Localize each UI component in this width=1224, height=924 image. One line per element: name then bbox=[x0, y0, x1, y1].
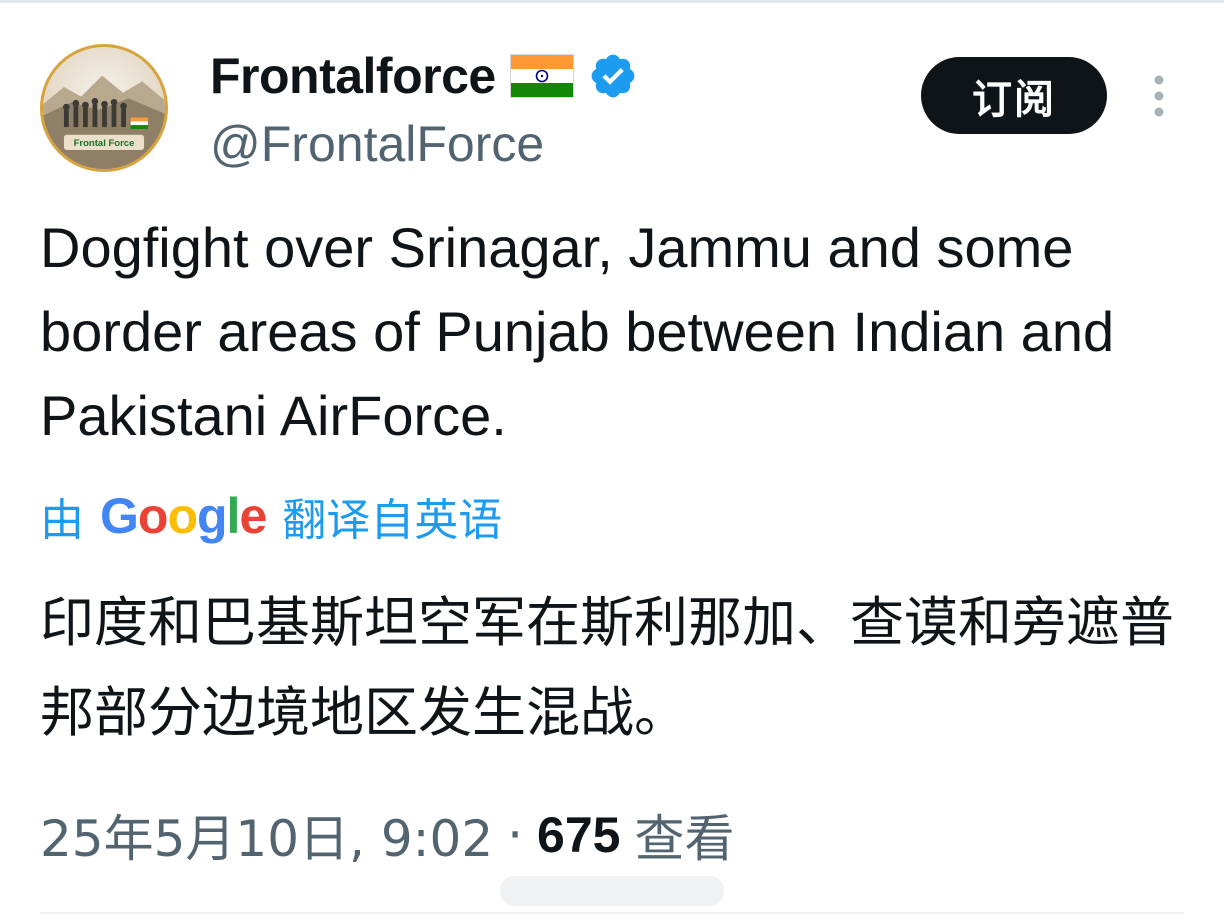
tweet-timestamp[interactable]: 25年5月10日, 9:02 bbox=[40, 799, 493, 871]
verified-badge-icon bbox=[591, 54, 635, 98]
google-letter: l bbox=[226, 488, 241, 544]
author-display-name[interactable]: Frontalforce bbox=[210, 47, 496, 105]
more-vertical-icon[interactable] bbox=[1146, 72, 1172, 120]
google-logo: G o o g l e bbox=[100, 487, 267, 545]
views-label: 查看 bbox=[634, 810, 735, 868]
watermark bbox=[500, 876, 724, 906]
subscribe-button[interactable]: 订阅 bbox=[921, 57, 1107, 134]
google-letter: e bbox=[239, 488, 267, 544]
author-name-row: Frontalforce bbox=[210, 44, 638, 108]
avatar-logo-text: Frontal Force bbox=[74, 138, 135, 149]
translation-suffix: 翻译自英语 bbox=[282, 495, 503, 546]
google-letter: o bbox=[167, 488, 198, 544]
google-letter: g bbox=[197, 488, 228, 544]
bottom-divider bbox=[40, 912, 1184, 914]
meta-separator: · bbox=[507, 806, 524, 864]
translation-prefix: 由 bbox=[40, 495, 84, 546]
translated-text: 印度和巴基斯坦空军在斯利那加、查谟和旁遮普邦部分边境地区发生混战。 bbox=[40, 591, 1174, 744]
top-border bbox=[0, 0, 1224, 3]
tweet-text: Dogfight over Srinagar, Jammu and some b… bbox=[40, 216, 1115, 447]
avatar-image: Frontal Force bbox=[43, 75, 165, 169]
translation-attribution[interactable]: 由 G o o g l e 翻译自英语 bbox=[40, 484, 502, 548]
google-letter: G bbox=[100, 488, 139, 544]
views-count: 675 bbox=[537, 807, 621, 863]
author-avatar[interactable]: Frontal Force bbox=[40, 44, 168, 172]
google-letter: o bbox=[137, 488, 169, 544]
tweet-meta: 25年5月10日, 9:02 · 675 查看 bbox=[40, 800, 734, 870]
india-flag-icon bbox=[509, 54, 574, 98]
author-handle[interactable]: @FrontalForce bbox=[210, 112, 544, 176]
